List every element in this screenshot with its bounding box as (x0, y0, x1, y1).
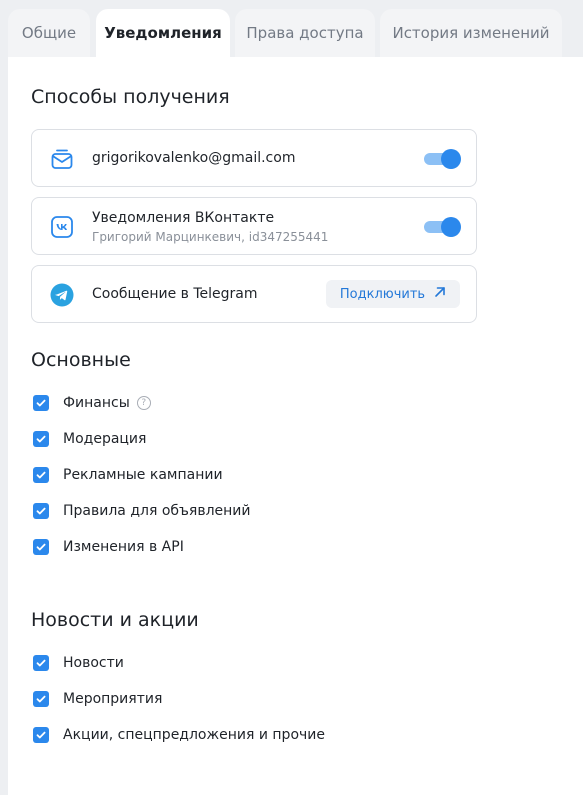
email-toggle[interactable] (424, 149, 461, 169)
tab-change-history[interactable]: История изменений (380, 9, 562, 57)
checkmark-icon (36, 731, 46, 739)
notifications-panel: Способы получения grigorikovalenko@gmail… (8, 57, 583, 795)
checkmark-icon (36, 435, 46, 443)
tab-access-rights[interactable]: Права доступа (235, 9, 375, 57)
finance-checkbox[interactable] (33, 395, 49, 411)
moderation-checkbox[interactable] (33, 431, 49, 447)
moderation-label: Модерация (63, 431, 147, 447)
ad-campaigns-label: Рекламные кампании (63, 467, 223, 483)
vk-title: Уведомления ВКонтакте (92, 210, 275, 226)
ad-rules-label: Правила для объявлений (63, 503, 251, 519)
news-label: Новости (63, 655, 124, 671)
check-item-moderation: Модерация (33, 429, 146, 449)
telegram-channel-card: Сообщение в Telegram Подключить (31, 265, 477, 323)
api-changes-label: Изменения в API (63, 539, 184, 555)
toggle-knob (441, 149, 461, 169)
check-item-api-changes: Изменения в API (33, 537, 184, 557)
ad-campaigns-checkbox[interactable] (33, 467, 49, 483)
arrow-up-right-icon (434, 286, 446, 302)
checkmark-icon (36, 659, 46, 667)
telegram-connect-button[interactable]: Подключить (326, 280, 460, 308)
promotions-checkbox[interactable] (33, 727, 49, 743)
vk-toggle[interactable] (424, 217, 461, 237)
checkmark-icon (36, 507, 46, 515)
checkmark-icon (36, 399, 46, 407)
delivery-heading: Способы получения (31, 86, 230, 108)
ad-rules-checkbox[interactable] (33, 503, 49, 519)
tab-notifications[interactable]: Уведомления (96, 9, 230, 57)
mail-icon (50, 147, 74, 171)
checkmark-icon (36, 471, 46, 479)
main-section-heading: Основные (31, 349, 131, 371)
events-label: Мероприятия (63, 691, 163, 707)
checkmark-icon (36, 695, 46, 703)
tab-label: Общие (21, 24, 77, 42)
check-item-ad-campaigns: Рекламные кампании (33, 465, 223, 485)
check-item-events: Мероприятия (33, 689, 162, 709)
check-item-news: Новости (33, 653, 124, 673)
check-item-ad-rules: Правила для объявлений (33, 501, 251, 521)
api-changes-checkbox[interactable] (33, 539, 49, 555)
checkmark-icon (36, 543, 46, 551)
promotions-label: Акции, спецпредложения и прочие (63, 727, 325, 743)
check-item-promotions: Акции, спецпредложения и прочие (33, 725, 325, 745)
email-channel-card: grigorikovalenko@gmail.com (31, 129, 477, 187)
help-icon[interactable]: ? (136, 396, 151, 410)
connect-label: Подключить (339, 286, 426, 302)
tab-label: Права доступа (246, 24, 364, 42)
vk-account: Григорий Марцинкевич, id347255441 (92, 230, 329, 244)
tab-label: Уведомления (104, 24, 222, 42)
telegram-title: Сообщение в Telegram (92, 286, 258, 302)
check-item-finance: Финансы ? (33, 393, 151, 413)
news-section-heading: Новости и акции (31, 609, 199, 631)
finance-label: Финансы (63, 395, 130, 411)
vk-channel-card: Уведомления ВКонтакте Григорий Марцинкев… (31, 197, 477, 255)
telegram-icon (50, 283, 74, 307)
tab-label: История изменений (392, 24, 550, 42)
toggle-knob (441, 217, 461, 237)
email-address: grigorikovalenko@gmail.com (92, 150, 296, 166)
events-checkbox[interactable] (33, 691, 49, 707)
tab-general[interactable]: Общие (8, 9, 90, 57)
vk-icon (50, 215, 74, 239)
tab-bar: Общие Уведомления Права доступа История … (0, 0, 583, 57)
news-checkbox[interactable] (33, 655, 49, 671)
